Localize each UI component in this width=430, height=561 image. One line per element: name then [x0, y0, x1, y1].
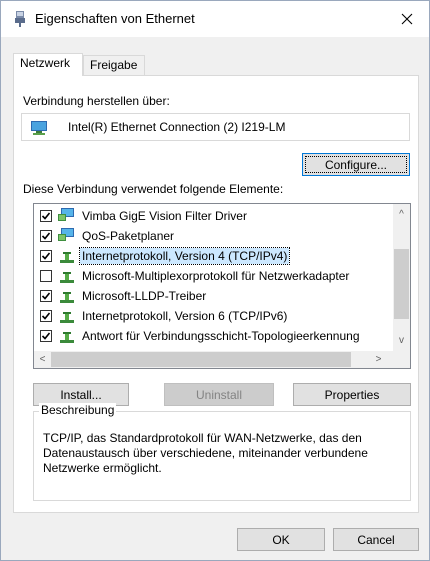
tab-freigabe[interactable]: Freigabe: [83, 55, 145, 75]
connect-using-label: Verbindung herstellen über:: [23, 94, 170, 108]
list-item-multiplexor[interactable]: Microsoft-Multiplexorprotokoll für Netzw…: [34, 266, 392, 286]
protocol-icon: [60, 292, 74, 303]
horizontal-scroll-thumb[interactable]: [51, 352, 351, 367]
uninstall-button-label: Uninstall: [195, 387, 243, 402]
scroll-up-icon[interactable]: ^: [393, 206, 410, 223]
properties-dialog: Eigenschaften von Ethernet Netzwerk Frei…: [0, 0, 430, 561]
cancel-button[interactable]: Cancel: [333, 528, 419, 551]
checkbox-unchecked[interactable]: [40, 270, 52, 282]
list-item-label: Microsoft-Multiplexorprotokoll für Netzw…: [82, 269, 350, 283]
components-label: Diese Verbindung verwendet folgende Elem…: [23, 182, 284, 196]
list-item-lltd[interactable]: Antwort für Verbindungsschicht-Topologie…: [34, 326, 392, 346]
scrollbar-corner: [393, 351, 410, 368]
scroll-right-icon[interactable]: >: [370, 351, 387, 368]
vertical-scroll-thumb[interactable]: [394, 249, 409, 319]
protocol-icon: [60, 312, 74, 323]
title-bar: Eigenschaften von Ethernet: [1, 1, 429, 37]
checkbox-checked[interactable]: [40, 290, 52, 302]
install-button-label: Install...: [60, 387, 102, 402]
protocol-icon: [60, 332, 74, 343]
list-item-label: Internetprotokoll, Version 6 (TCP/IPv6): [82, 309, 288, 323]
tab-freigabe-label: Freigabe: [90, 58, 138, 72]
list-item-label: Antwort für Verbindungsschicht-Topologie…: [82, 329, 360, 343]
ok-button-label: OK: [272, 532, 290, 547]
close-icon: [401, 13, 413, 25]
horizontal-scrollbar[interactable]: < >: [34, 351, 393, 368]
list-item-vimba[interactable]: Vimba GigE Vision Filter Driver: [34, 206, 392, 226]
network-service-icon: [58, 208, 74, 221]
protocol-icon: [60, 252, 74, 263]
list-item-ipv4[interactable]: Internetprotokoll, Version 4 (TCP/IPv4): [34, 246, 392, 266]
uninstall-button: Uninstall: [164, 383, 274, 406]
cancel-button-label: Cancel: [357, 532, 395, 547]
checkbox-checked[interactable]: [40, 250, 52, 262]
configure-button[interactable]: Configure...: [302, 153, 410, 176]
close-button[interactable]: [385, 1, 429, 37]
ok-button[interactable]: OK: [237, 528, 325, 551]
network-adapter-icon: [31, 121, 47, 135]
vertical-scrollbar[interactable]: ^ v: [393, 204, 410, 351]
description-title: Beschreibung: [39, 403, 117, 417]
checkbox-checked[interactable]: [40, 210, 52, 222]
scroll-left-icon[interactable]: <: [34, 351, 51, 368]
list-item-qos[interactable]: QoS-Paketplaner: [34, 226, 392, 246]
components-list[interactable]: Vimba GigE Vision Filter Driver QoS-Pake…: [33, 203, 411, 369]
properties-button-label: Properties: [324, 387, 380, 402]
window-title: Eigenschaften von Ethernet: [35, 11, 195, 26]
configure-button-label: Configure...: [324, 157, 388, 172]
list-item-label: Internetprotokoll, Version 4 (TCP/IPv4): [78, 247, 291, 265]
list-item-lldp[interactable]: Microsoft-LLDP-Treiber: [34, 286, 392, 306]
properties-button[interactable]: Properties: [293, 383, 411, 406]
tab-netzwerk-label: Netzwerk: [20, 56, 71, 70]
protocol-icon: [60, 272, 74, 283]
list-item-label: Microsoft-LLDP-Treiber: [82, 289, 207, 303]
adapter-field: Intel(R) Ethernet Connection (2) I219-LM: [21, 113, 410, 141]
network-service-icon: [58, 228, 74, 241]
list-item-ipv6[interactable]: Internetprotokoll, Version 6 (TCP/IPv6): [34, 306, 392, 326]
checkbox-checked[interactable]: [40, 330, 52, 342]
list-item-label: Vimba GigE Vision Filter Driver: [82, 209, 247, 223]
checkbox-checked[interactable]: [40, 230, 52, 242]
tab-netzwerk[interactable]: Netzwerk: [13, 53, 83, 76]
adapter-name: Intel(R) Ethernet Connection (2) I219-LM: [68, 120, 286, 134]
scroll-down-icon[interactable]: v: [393, 332, 410, 349]
ethernet-plug-icon: [15, 11, 25, 27]
list-item-label: QoS-Paketplaner: [82, 229, 175, 243]
description-text: TCP/IP, das Standardprotokoll für WAN-Ne…: [43, 431, 368, 475]
checkbox-checked[interactable]: [40, 310, 52, 322]
